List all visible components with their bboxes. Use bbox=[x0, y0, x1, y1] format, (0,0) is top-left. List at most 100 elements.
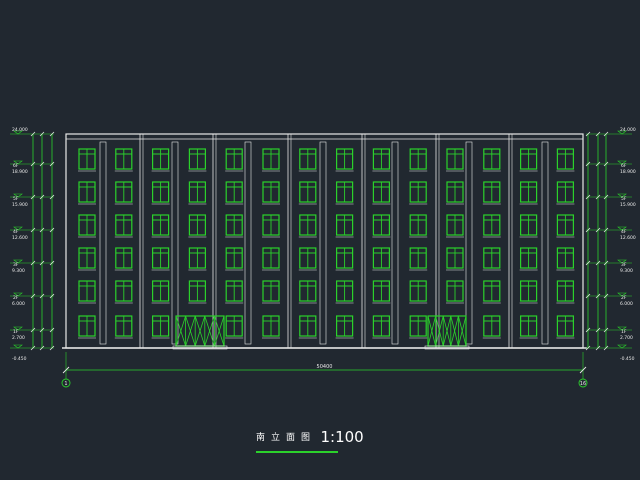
window bbox=[262, 148, 280, 172]
window bbox=[262, 247, 280, 271]
right-elevation-dimensions: 24.000 18.900 15.900 12.600 9.300 6.000 2.700 -… bbox=[585, 127, 636, 362]
elevation-label: 2.700 bbox=[620, 335, 633, 341]
window bbox=[482, 148, 501, 172]
window bbox=[262, 214, 280, 238]
window bbox=[335, 181, 354, 205]
window bbox=[556, 315, 575, 339]
window bbox=[225, 247, 244, 271]
window bbox=[78, 280, 96, 304]
window bbox=[519, 214, 538, 238]
window bbox=[262, 315, 280, 339]
elevation-drawing: 24.000 18.900 15.900 12.600 9.300 6.000 2.700 -… bbox=[10, 127, 636, 388]
window bbox=[335, 148, 354, 172]
elevation-label: -0.450 bbox=[620, 356, 635, 362]
window bbox=[298, 247, 317, 271]
floor-tag: 1F bbox=[621, 329, 627, 335]
window bbox=[482, 280, 501, 304]
vertical-strip bbox=[171, 141, 179, 345]
floor-tag: 4F bbox=[13, 229, 19, 235]
elevation-label: 9.300 bbox=[620, 268, 633, 274]
window bbox=[298, 214, 317, 238]
window bbox=[151, 280, 170, 304]
window bbox=[78, 247, 96, 271]
elevation-label: 18.900 bbox=[12, 169, 28, 175]
window bbox=[446, 247, 464, 271]
overall-dimension-line: 50400 1 16 bbox=[61, 352, 588, 388]
entrance-door bbox=[172, 315, 228, 350]
window bbox=[114, 315, 133, 339]
window bbox=[225, 280, 244, 304]
elevation-label: 6.000 bbox=[620, 301, 633, 307]
floor-tag: 5F bbox=[621, 196, 627, 202]
floor-tag: 6F bbox=[13, 163, 19, 169]
window bbox=[519, 148, 538, 172]
window bbox=[188, 148, 207, 172]
elevation-label: 12.600 bbox=[12, 235, 28, 241]
axis-label: 1 bbox=[64, 381, 67, 387]
window bbox=[372, 247, 391, 271]
vertical-strip bbox=[541, 141, 549, 345]
window bbox=[519, 181, 538, 205]
elevation-label: 15.900 bbox=[620, 202, 636, 208]
floor-tag: 6F bbox=[621, 163, 627, 169]
window bbox=[114, 181, 133, 205]
level-marker bbox=[13, 344, 23, 349]
window bbox=[262, 280, 280, 304]
window bbox=[225, 181, 244, 205]
window bbox=[298, 315, 317, 339]
floor-tag: 4F bbox=[621, 229, 627, 235]
elevation-label: 18.900 bbox=[620, 169, 636, 175]
window bbox=[556, 280, 575, 304]
level-marker bbox=[617, 344, 627, 349]
window bbox=[78, 214, 96, 238]
window bbox=[372, 280, 391, 304]
entrance-door bbox=[424, 315, 470, 350]
window bbox=[114, 247, 133, 271]
window bbox=[151, 247, 170, 271]
window bbox=[298, 148, 317, 172]
floor-tag: 2F bbox=[13, 295, 19, 301]
floor-tag: 1F bbox=[13, 329, 19, 335]
window bbox=[519, 247, 538, 271]
facade-outline bbox=[65, 133, 584, 349]
window bbox=[482, 247, 501, 271]
floor-tag: 3F bbox=[621, 262, 627, 268]
window bbox=[409, 247, 428, 271]
window bbox=[114, 214, 133, 238]
vertical-strip bbox=[319, 141, 327, 345]
drawing-scale: 1:100 bbox=[320, 428, 364, 446]
drawing-title-text: 南立面图 bbox=[256, 433, 317, 443]
elevation-label: 12.600 bbox=[620, 235, 636, 241]
window bbox=[114, 280, 133, 304]
window bbox=[335, 315, 354, 339]
window bbox=[556, 214, 575, 238]
window bbox=[372, 315, 391, 339]
window bbox=[409, 315, 428, 339]
window bbox=[188, 181, 207, 205]
window bbox=[372, 181, 391, 205]
left-elevation-dimensions: 24.000 18.900 15.900 12.600 9.300 6.000 2.700 -… bbox=[10, 127, 55, 362]
axis-label: 16 bbox=[580, 381, 586, 387]
window bbox=[78, 315, 96, 339]
window bbox=[556, 181, 575, 205]
top-elevation-label: 24.000 bbox=[12, 127, 28, 133]
title-underline bbox=[256, 451, 338, 453]
window bbox=[225, 148, 244, 172]
window bbox=[446, 214, 464, 238]
vertical-strip bbox=[99, 141, 107, 345]
window bbox=[409, 214, 428, 238]
window bbox=[151, 148, 170, 172]
window bbox=[78, 181, 96, 205]
vertical-strip bbox=[465, 141, 473, 345]
floor-tag: 2F bbox=[621, 295, 627, 301]
window bbox=[409, 148, 428, 172]
window bbox=[225, 214, 244, 238]
window bbox=[78, 148, 96, 172]
window bbox=[225, 315, 244, 339]
window bbox=[556, 148, 575, 172]
window bbox=[335, 214, 354, 238]
window bbox=[335, 280, 354, 304]
elevation-label: -0.450 bbox=[12, 356, 27, 362]
window bbox=[298, 280, 317, 304]
overall-dimension-label: 50400 bbox=[317, 364, 333, 370]
